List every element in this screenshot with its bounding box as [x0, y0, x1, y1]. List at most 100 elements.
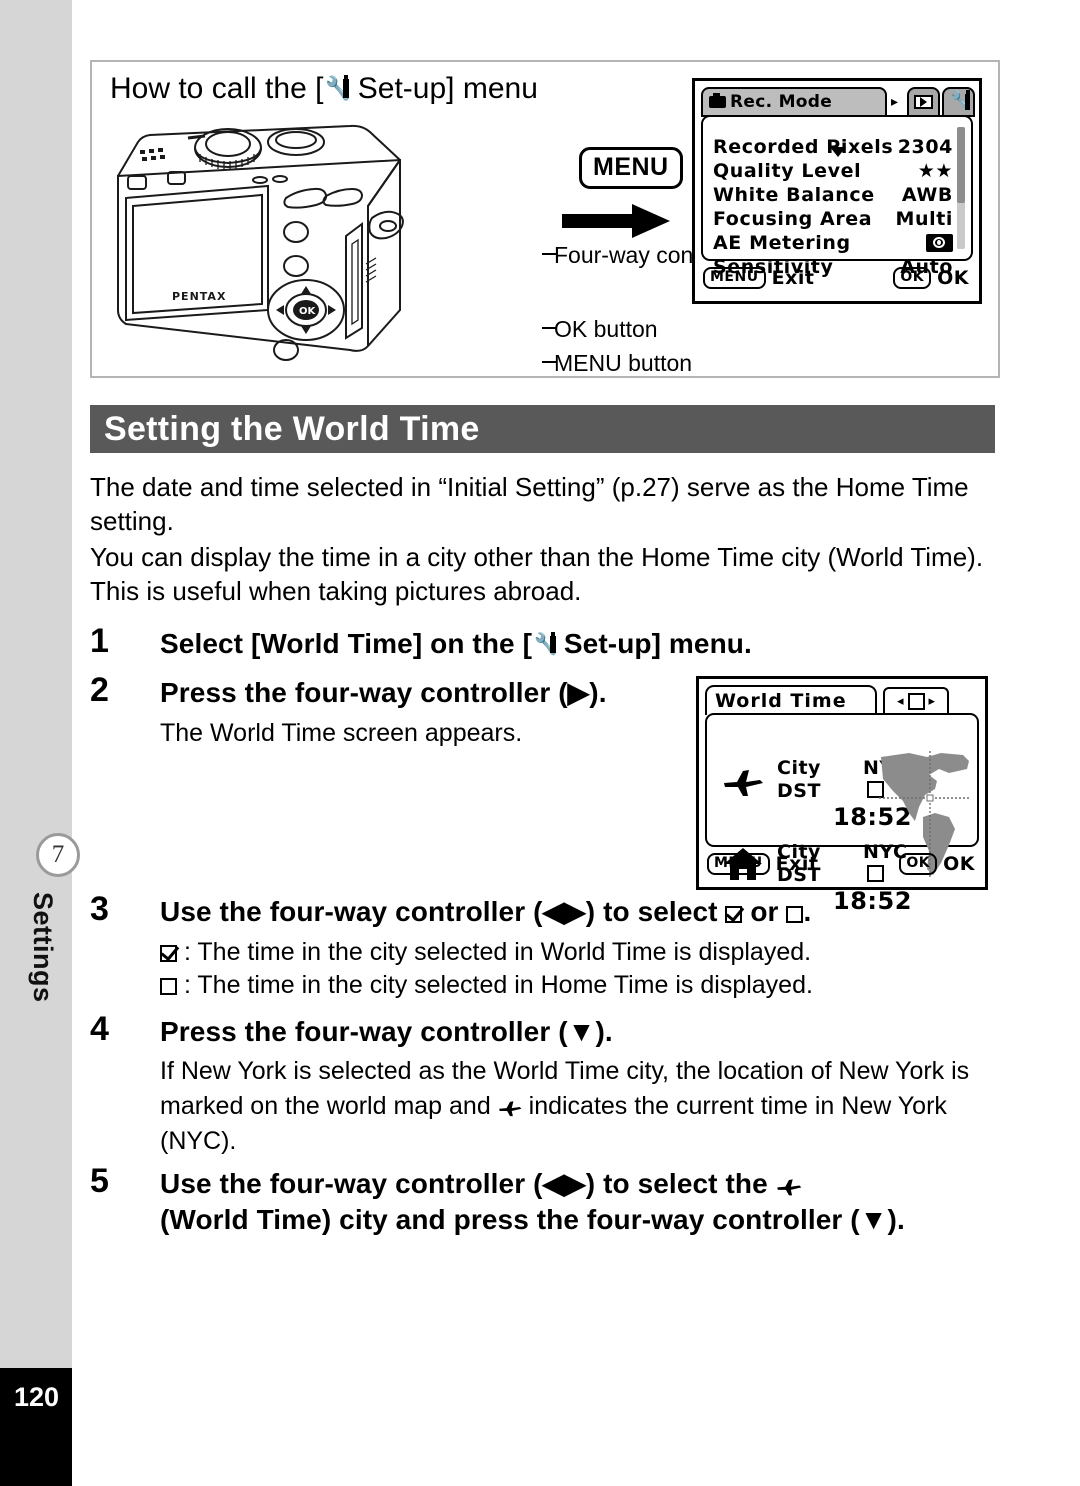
tab-setup[interactable]: 🔧 [942, 87, 975, 117]
step-3-text-after: . [803, 896, 812, 927]
how-to-title-after: Set-up] menu [349, 72, 538, 105]
tab-rec-mode-label: Rec. Mode [730, 92, 833, 112]
ok-key-cap: OK [899, 853, 938, 875]
table-row[interactable]: Focusing Area Multi [713, 207, 953, 231]
svg-text:PENTAX: PENTAX [172, 290, 226, 303]
step-3-text-mid: or [742, 896, 787, 927]
airplane-icon [721, 761, 765, 799]
callout-menu-button: MENU button [554, 350, 693, 376]
world-time-screen: World Time ◂ ▸ City NYC DST [696, 676, 988, 915]
ok-hint: OK OK [899, 853, 975, 875]
table-row[interactable]: AE Metering [713, 231, 953, 255]
world-time-title-tab: World Time [705, 685, 877, 715]
chevron-right-icon[interactable]: ▸ [929, 695, 936, 708]
arrow-right-icon [562, 202, 672, 240]
world-time-footer: MENU Exit OK OK [707, 849, 975, 879]
table-row[interactable]: Quality Level ★★ [713, 159, 953, 183]
step-5-heading: Use the four-way controller (◀▶) to sele… [160, 1166, 1020, 1238]
step-1-text-after: Set-up] menu. [556, 628, 752, 659]
step-2-body: The World Time screen appears. [160, 719, 523, 747]
exit-label: Exit [771, 267, 815, 289]
page-title: Setting the World Time [104, 409, 480, 448]
step-number-4: 4 [90, 1010, 109, 1048]
chapter-rail [0, 0, 72, 1368]
row-label: Recorded Pixels [713, 136, 894, 158]
step-number-2: 2 [90, 671, 109, 709]
step-number-3: 3 [90, 890, 109, 928]
step-5-text-after: (World Time) city and press the four-way… [160, 1204, 905, 1235]
chapter-number-badge: 7 [36, 833, 80, 877]
exit-label: Exit [775, 853, 819, 875]
checked-checkbox-icon [725, 906, 743, 923]
airplane-icon [498, 1092, 522, 1117]
how-to-title: How to call the [🔧 Set-up] menu [110, 72, 538, 106]
tab-rec-mode[interactable]: Rec. Mode [701, 87, 887, 117]
chevron-right-icon: ▸ [891, 94, 899, 110]
section-heading-band: Setting the World Time [90, 405, 995, 453]
step-4-body: If New York is selected as the World Tim… [160, 1054, 1000, 1159]
rec-mode-rows: Recorded Pixels 2304 Quality Level ★★ Wh… [713, 135, 953, 279]
svg-text:OK: OK [299, 306, 317, 317]
chevron-left-icon[interactable]: ◂ [897, 695, 904, 708]
menu-button-badge: MENU [579, 147, 683, 189]
step-number-5: 5 [90, 1162, 109, 1200]
step-1-heading: Select [World Time] on the [🔧 Set-up] me… [160, 626, 760, 662]
row-value: AWB [901, 184, 953, 206]
airplane-icon [776, 1169, 802, 1196]
menu-key-cap: MENU [707, 853, 770, 875]
step-3-sub-1: : The time in the city selected in World… [160, 936, 1000, 969]
ae-metering-icon [926, 234, 953, 252]
rec-mode-list-panel: Recorded Pixels 2304 Quality Level ★★ Wh… [701, 115, 973, 278]
step-3-sub-2-text: : The time in the city selected in Home … [183, 971, 813, 999]
world-time-panel: City NYC DST 18:52 City NYC DST [705, 713, 979, 915]
row-value: Multi [895, 208, 953, 230]
ok-key-cap: OK [893, 267, 932, 289]
camera-icon [709, 93, 726, 108]
step-number-1: 1 [90, 622, 109, 660]
row-label: AE Metering [713, 232, 851, 254]
rec-mode-footer: MENU Exit OK OK [703, 263, 969, 293]
step-1-text-before: Select [World Time] on the [ [160, 628, 533, 659]
camera-illustration: PENTAX OK [100, 114, 430, 364]
world-time-checkbox[interactable] [907, 692, 925, 710]
wrench-screwdriver-icon: 🔧 [325, 75, 352, 101]
table-row[interactable]: White Balance AWB [713, 183, 953, 207]
row-label: White Balance [713, 184, 875, 206]
empty-checkbox-icon [786, 906, 804, 923]
exit-hint: MENU Exit [703, 267, 814, 289]
checked-checkbox-icon [160, 945, 177, 962]
exit-hint: MENU Exit [707, 853, 818, 875]
tab-playback[interactable] [907, 87, 940, 117]
wrench-screwdriver-icon: 🔧 [949, 90, 971, 112]
step-4-heading: Press the four-way controller (▼). [160, 1016, 613, 1047]
ok-hint: OK OK [893, 267, 969, 289]
intro-paragraph-1: The date and time selected in “Initial S… [90, 472, 969, 536]
how-to-title-before: How to call the [ [110, 72, 324, 105]
step-3-sub-1-text: : The time in the city selected in World… [183, 938, 812, 966]
step-3-text-before: Use the four-way controller (◀▶) to sele… [160, 896, 726, 927]
step-2-heading: Press the four-way controller (▶). [160, 677, 607, 708]
rec-mode-tabbar: Rec. Mode ▸ 🔧 [701, 87, 975, 117]
wrench-screwdriver-icon: 🔧 [534, 632, 558, 656]
chapter-name-label: Settings [28, 892, 58, 1003]
row-label: Quality Level [713, 160, 862, 182]
table-row[interactable]: Recorded Pixels 2304 [713, 135, 953, 159]
step-3-heading: Use the four-way controller (◀▶) to sele… [160, 894, 1000, 930]
ok-label: OK [937, 267, 969, 289]
row-value: ★★ [917, 160, 953, 182]
world-time-toggle[interactable]: ◂ ▸ [883, 687, 949, 713]
scrollbar[interactable] [957, 127, 965, 249]
ok-label: OK [943, 853, 975, 875]
menu-key-cap: MENU [703, 267, 766, 289]
callout-ok-button: OK button [554, 316, 658, 342]
scrollbar-thumb[interactable] [957, 127, 965, 203]
playback-icon [914, 95, 933, 109]
how-to-call-setup-menu-box: How to call the [🔧 Set-up] menu PENTAX O… [90, 60, 1000, 378]
intro-paragraph-2: You can display the time in a city other… [90, 542, 984, 606]
destination-dst-label: DST [777, 780, 821, 802]
row-value: 2304 [897, 136, 953, 158]
page-number: 120 [0, 1368, 72, 1486]
step-3-sub-2: : The time in the city selected in Home … [160, 969, 1000, 1002]
step-5-text-before: Use the four-way controller (◀▶) to sele… [160, 1168, 776, 1199]
rec-mode-screen: Rec. Mode ▸ 🔧 Recorded Pixels 2304 Quali… [692, 78, 982, 304]
